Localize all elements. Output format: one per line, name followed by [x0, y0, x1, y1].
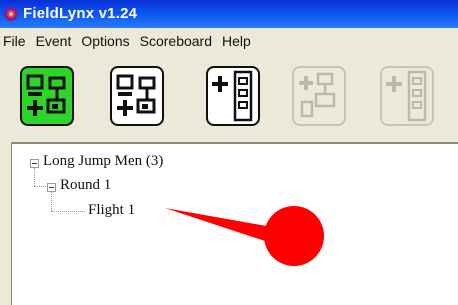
tree-item-flight[interactable]: Flight 1 — [88, 202, 135, 219]
toolbar-button-add-bracket[interactable] — [292, 66, 346, 126]
tree-item-round[interactable]: Round 1 — [60, 177, 111, 194]
toolbar-button-add-list[interactable] — [206, 66, 260, 126]
tree-connector — [34, 186, 46, 187]
menu-options[interactable]: Options — [76, 28, 134, 54]
bracket-icon — [116, 74, 156, 116]
tree-connector — [51, 192, 52, 211]
menu-file[interactable]: File — [0, 28, 31, 54]
menu-help[interactable]: Help — [217, 28, 256, 54]
tree-item-event[interactable]: Long Jump Men (3) — [43, 153, 163, 170]
bracket-green-icon — [26, 74, 66, 116]
menu-scoreboard[interactable]: Scoreboard — [135, 28, 217, 54]
toolbar-button-bracket[interactable] — [110, 66, 164, 126]
add-list-disabled-icon — [386, 70, 427, 122]
window-title: FieldLynx v1.24 — [23, 5, 138, 22]
collapse-round-icon[interactable] — [47, 183, 56, 192]
event-tree[interactable]: Long Jump Men (3) Round 1 Flight 1 — [12, 144, 458, 305]
toolbar-button-add-list-disabled[interactable] — [380, 66, 434, 126]
tree-connector — [34, 168, 35, 186]
title-bar[interactable]: FieldLynx v1.24 — [0, 0, 458, 28]
menu-bar: File Event Options Scoreboard Help — [0, 28, 458, 54]
toolbar — [0, 54, 458, 142]
toolbar-button-bracket-green[interactable] — [20, 66, 74, 126]
add-bracket-icon — [299, 72, 336, 118]
left-frame-edge — [0, 142, 12, 305]
add-list-icon — [212, 70, 253, 122]
fieldlynx-window: FieldLynx v1.24 File Event Options Score… — [0, 0, 458, 305]
app-icon[interactable] — [2, 5, 20, 23]
menu-event[interactable]: Event — [31, 28, 77, 54]
collapse-event-icon[interactable] — [30, 159, 39, 168]
tree-connector — [51, 211, 85, 212]
